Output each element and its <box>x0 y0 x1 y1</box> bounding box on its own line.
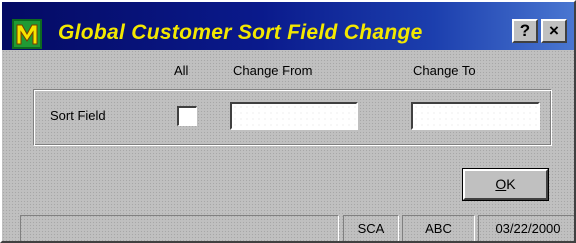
sort-field-label: Sort Field <box>50 108 106 123</box>
status-company: SCA <box>343 215 399 241</box>
window-title: Global Customer Sort Field Change <box>58 21 423 44</box>
title-bar[interactable]: Global Customer Sort Field Change ? × <box>2 2 574 50</box>
help-question-icon: ? <box>519 21 531 40</box>
all-checkbox[interactable] <box>177 106 197 126</box>
close-button[interactable]: × <box>541 19 567 43</box>
header-change-from: Change From <box>233 63 313 78</box>
ok-mnemonic: O <box>495 176 507 192</box>
app-m-icon <box>12 19 42 49</box>
change-from-input[interactable] <box>230 102 358 130</box>
dialog-window: Global Customer Sort Field Change ? × Al… <box>0 0 576 243</box>
ok-label: K <box>506 176 516 192</box>
status-message <box>20 215 339 241</box>
ok-button[interactable]: OK <box>463 169 548 200</box>
help-button[interactable]: ? <box>512 19 538 43</box>
status-user: ABC <box>402 215 475 241</box>
status-bar: SCA ABC 03/22/2000 <box>2 212 574 241</box>
status-date: 03/22/2000 <box>478 215 574 241</box>
header-change-to: Change To <box>413 63 476 78</box>
change-to-input[interactable] <box>411 102 540 130</box>
close-x-icon: × <box>549 21 559 40</box>
header-all: All <box>174 63 189 78</box>
